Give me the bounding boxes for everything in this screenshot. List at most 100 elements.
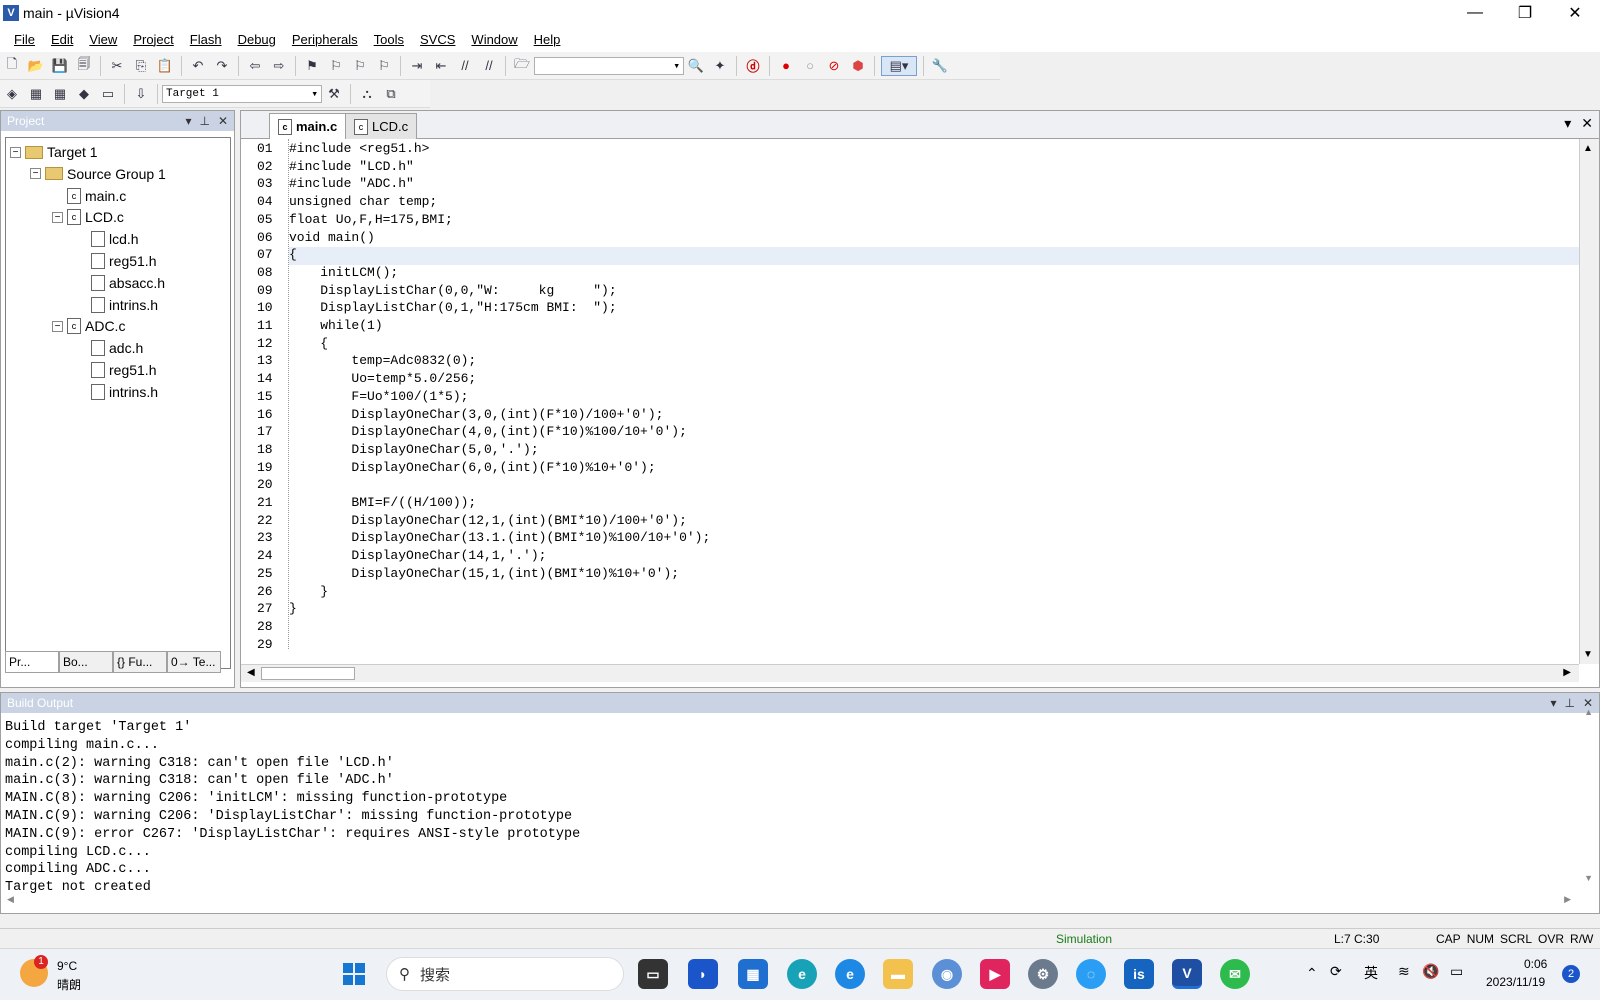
prev-bookmark-icon[interactable]: ⚐	[326, 56, 346, 76]
sync-icon[interactable]: ⟳	[1330, 963, 1342, 980]
code-text-area[interactable]: #include <reg51.h> #include "LCD.h" #inclu…	[289, 139, 1579, 649]
copy-icon[interactable]: ⎘	[131, 56, 151, 76]
menu-debug[interactable]: Debug	[230, 32, 284, 47]
security-app-icon[interactable]: ◗	[688, 959, 718, 989]
ie-browser-icon[interactable]: e	[835, 959, 865, 989]
indent-icon[interactable]: ⇥	[407, 56, 427, 76]
download-icon[interactable]: ⇩	[131, 84, 151, 104]
store-icon[interactable]: ▦	[738, 959, 768, 989]
menu-tools[interactable]: Tools	[366, 32, 412, 47]
save-all-icon[interactable]: 🗐	[74, 56, 94, 76]
scroll-left-icon[interactable]: ◀	[7, 894, 14, 905]
taskbar-search[interactable]: ⚲ 搜索	[386, 957, 624, 991]
pin-icon[interactable]: ⊥	[1564, 696, 1574, 710]
code-line[interactable]: }	[289, 601, 297, 619]
scroll-left-icon[interactable]: ◀	[247, 667, 255, 678]
battery-icon[interactable]: ▭	[1450, 963, 1463, 980]
media-player-icon[interactable]: ▶	[980, 959, 1010, 989]
menu-window[interactable]: Window	[463, 32, 525, 47]
comment-icon[interactable]: //	[455, 56, 475, 76]
navigate-back-icon[interactable]: ⇦	[245, 56, 265, 76]
tree-item[interactable]: − Source Group 1	[30, 164, 166, 184]
code-line[interactable]: DisplayOneChar(4,0,(int)(F*10)%100/10+'0…	[289, 424, 686, 442]
task-view-icon[interactable]: ▭	[638, 959, 668, 989]
vertical-scrollbar[interactable]: ▲ ▼	[1579, 139, 1599, 664]
uncomment-icon[interactable]: //	[479, 56, 499, 76]
code-line[interactable]: unsigned char temp;	[289, 194, 437, 212]
cut-icon[interactable]: ✂	[107, 56, 127, 76]
target-options-icon[interactable]: ⚒	[324, 84, 344, 104]
new-file-icon[interactable]: 🗋	[2, 56, 22, 76]
chevron-up-icon[interactable]: ⌃	[1306, 965, 1318, 982]
build-icon[interactable]: ▦	[26, 84, 46, 104]
window-layout-icon[interactable]: ▤▾	[881, 55, 917, 76]
code-line[interactable]: DisplayOneChar(15,1,(int)(BMI*10)%10+'0'…	[289, 566, 679, 584]
menu-project[interactable]: Project	[125, 32, 181, 47]
clock-date[interactable]: 2023/11/19	[1486, 975, 1545, 989]
file-explorer-icon[interactable]: ▬	[883, 959, 913, 989]
stop-build-icon[interactable]: ▭	[98, 84, 118, 104]
panel-menu-icon[interactable]: ▾	[1550, 696, 1556, 710]
close-icon[interactable]: ✕	[218, 114, 228, 128]
code-line[interactable]: DisplayOneChar(14,1,'.');	[289, 548, 546, 566]
clock-time[interactable]: 0:06	[1524, 957, 1547, 971]
notification-badge[interactable]: 2	[1562, 965, 1580, 983]
code-line[interactable]: DisplayOneChar(5,0,'.');	[289, 442, 538, 460]
next-bookmark-icon[interactable]: ⚐	[350, 56, 370, 76]
isis-app-icon[interactable]: is	[1124, 959, 1154, 989]
close-icon[interactable]: ✕	[1581, 115, 1593, 132]
tree-item[interactable]: c main.c	[52, 186, 126, 206]
chat-app-icon[interactable]: ◌	[1076, 959, 1106, 989]
code-line[interactable]: initLCM();	[289, 265, 398, 283]
ime-indicator[interactable]: 英	[1364, 963, 1378, 983]
debug-session-icon[interactable]: ⓓ	[743, 56, 763, 76]
settings-gear-icon[interactable]: ⚙	[1028, 959, 1058, 989]
code-line[interactable]: while(1)	[289, 318, 382, 336]
incremental-find-icon[interactable]: ✦	[710, 56, 730, 76]
scroll-up-icon[interactable]: ▲	[1584, 707, 1593, 717]
target-select[interactable]: Target 1 ▾	[162, 84, 322, 103]
scroll-up-icon[interactable]: ▲	[1583, 143, 1593, 154]
clear-bookmarks-icon[interactable]: ⚐	[374, 56, 394, 76]
paste-icon[interactable]: 📋	[155, 56, 175, 76]
collapse-toggle-icon[interactable]: −	[52, 320, 63, 332]
find-in-files-icon[interactable]: 🗁	[512, 56, 532, 76]
code-line[interactable]: Uo=temp*5.0/256;	[289, 371, 476, 389]
code-line[interactable]: DisplayListChar(0,1,"H:175cm BMI: ");	[289, 300, 616, 318]
menu-flash[interactable]: Flash	[182, 32, 230, 47]
insert-breakpoint-icon[interactable]: ●	[776, 56, 796, 76]
code-line[interactable]: temp=Adc0832(0);	[289, 353, 476, 371]
horizontal-scroll-thumb[interactable]	[261, 667, 355, 680]
code-line[interactable]: DisplayOneChar(13.1.(int)(BMI*10)%100/10…	[289, 530, 710, 548]
translate-icon[interactable]: ◈	[2, 84, 22, 104]
code-line[interactable]: #include "LCD.h"	[289, 159, 414, 177]
code-line[interactable]: DisplayListChar(0,0,"W: kg ");	[289, 283, 616, 301]
close-button[interactable]: ✕	[1550, 0, 1600, 26]
manage-components-icon[interactable]: ⧉	[381, 84, 401, 104]
find-icon[interactable]: 🔍	[686, 56, 706, 76]
configure-icon[interactable]: 🔧	[930, 56, 950, 76]
tab-main-c[interactable]: c main.c	[269, 113, 347, 139]
restore-button[interactable]: ❐	[1500, 0, 1550, 26]
menu-svcs[interactable]: SVCS	[412, 32, 463, 47]
undo-icon[interactable]: ↶	[188, 56, 208, 76]
scroll-right-icon[interactable]: ▶	[1564, 894, 1571, 905]
uvision-taskbar-icon[interactable]: V	[1172, 959, 1202, 989]
menu-file[interactable]: File	[6, 32, 43, 47]
tab-templates[interactable]: 0→ Te...	[167, 651, 221, 673]
volume-muted-icon[interactable]: 🔇	[1422, 963, 1439, 980]
tree-item[interactable]: − Target 1	[10, 142, 98, 162]
code-line[interactable]: {	[289, 336, 328, 354]
network-app-icon[interactable]: ◉	[932, 959, 962, 989]
tab-books[interactable]: Bo...	[59, 651, 113, 673]
menu-edit[interactable]: Edit	[43, 32, 81, 47]
tree-item[interactable]: reg51.h	[76, 251, 156, 271]
code-line[interactable]: DisplayOneChar(6,0,(int)(F*10)%10+'0');	[289, 460, 655, 478]
scroll-down-icon[interactable]: ▼	[1583, 649, 1593, 660]
tree-item[interactable]: − c LCD.c	[52, 207, 124, 227]
code-line[interactable]: }	[289, 584, 328, 602]
collapse-toggle-icon[interactable]: −	[52, 211, 63, 223]
tree-item[interactable]: intrins.h	[76, 295, 158, 315]
code-line[interactable]: #include <reg51.h>	[289, 141, 429, 159]
code-line[interactable]: F=Uo*100/(1*5);	[289, 389, 468, 407]
